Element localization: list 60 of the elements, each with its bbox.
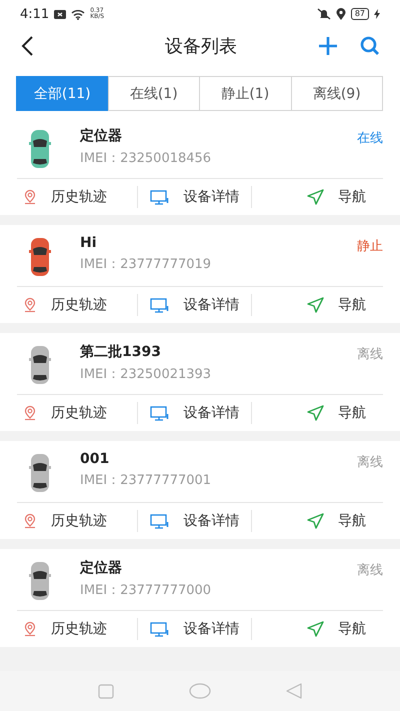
send-arrow-icon — [307, 513, 324, 529]
device-name: 001 — [80, 451, 110, 467]
history-track-button[interactable]: 历史轨迹 — [17, 290, 137, 320]
device-details-button[interactable]: 设备详情 — [138, 182, 252, 212]
location-icon — [336, 8, 346, 20]
navigate-button[interactable]: 导航 — [252, 614, 384, 644]
charging-icon — [374, 9, 380, 19]
battery-level: 87 — [350, 8, 369, 20]
device-imei: IMEI：23777777019 — [80, 256, 212, 273]
device-imei: IMEI：23777777001 — [80, 472, 212, 489]
device-details-button[interactable]: 设备详情 — [138, 290, 252, 320]
wifi-icon — [71, 8, 86, 20]
device-status: 离线 — [357, 346, 383, 363]
device-imei: IMEI：23250018456 — [80, 150, 212, 167]
navigate-button[interactable]: 导航 — [252, 506, 384, 536]
page-title: 设备列表 — [164, 35, 238, 58]
location-pin-icon — [23, 189, 37, 205]
device-status: 静止 — [357, 238, 383, 255]
history-track-button[interactable]: 历史轨迹 — [17, 398, 137, 428]
monitor-icon — [150, 622, 170, 636]
device-status: 离线 — [357, 454, 383, 471]
search-icon[interactable] — [360, 36, 380, 56]
device-imei: IMEI：23777777000 — [80, 582, 212, 599]
location-pin-icon — [23, 297, 37, 313]
status-time: 4:11 — [20, 6, 50, 22]
send-arrow-icon — [307, 297, 324, 313]
filter-tab[interactable]: 在线(1) — [108, 76, 200, 111]
device-name: Hi — [80, 235, 98, 251]
device-details-button[interactable]: 设备详情 — [138, 506, 252, 536]
device-status: 在线 — [357, 130, 383, 147]
navigate-button[interactable]: 导航 — [252, 398, 384, 428]
device-imei: IMEI：23250021393 — [80, 366, 212, 383]
filter-tab[interactable]: 离线(9) — [290, 76, 383, 111]
device-status: 离线 — [357, 562, 383, 579]
monitor-icon — [150, 298, 170, 312]
device-name: 定位器 — [80, 127, 123, 145]
send-arrow-icon — [307, 621, 324, 637]
monitor-icon — [150, 190, 170, 204]
navigate-button[interactable]: 导航 — [252, 182, 384, 212]
mute-icon — [316, 8, 331, 20]
history-track-button[interactable]: 历史轨迹 — [17, 506, 137, 536]
location-pin-icon — [23, 621, 37, 637]
device-details-button[interactable]: 设备详情 — [138, 614, 252, 644]
device-name: 定位器 — [80, 559, 123, 577]
history-track-button[interactable]: 历史轨迹 — [17, 182, 137, 212]
filter-tab[interactable]: 静止(1) — [199, 76, 292, 111]
device-name: 第二批1393 — [80, 343, 162, 361]
filter-tab[interactable]: 全部(11) — [16, 76, 108, 111]
send-arrow-icon — [307, 405, 324, 421]
monitor-icon — [150, 514, 170, 528]
history-track-button[interactable]: 历史轨迹 — [17, 614, 137, 644]
location-pin-icon — [23, 513, 37, 529]
navigate-button[interactable]: 导航 — [252, 290, 384, 320]
location-pin-icon — [23, 405, 37, 421]
notification-icon — [54, 10, 66, 18]
send-arrow-icon — [307, 189, 324, 205]
back-button[interactable] — [20, 36, 34, 56]
monitor-icon — [150, 406, 170, 420]
device-details-button[interactable]: 设备详情 — [138, 398, 252, 428]
add-icon[interactable] — [318, 36, 338, 56]
